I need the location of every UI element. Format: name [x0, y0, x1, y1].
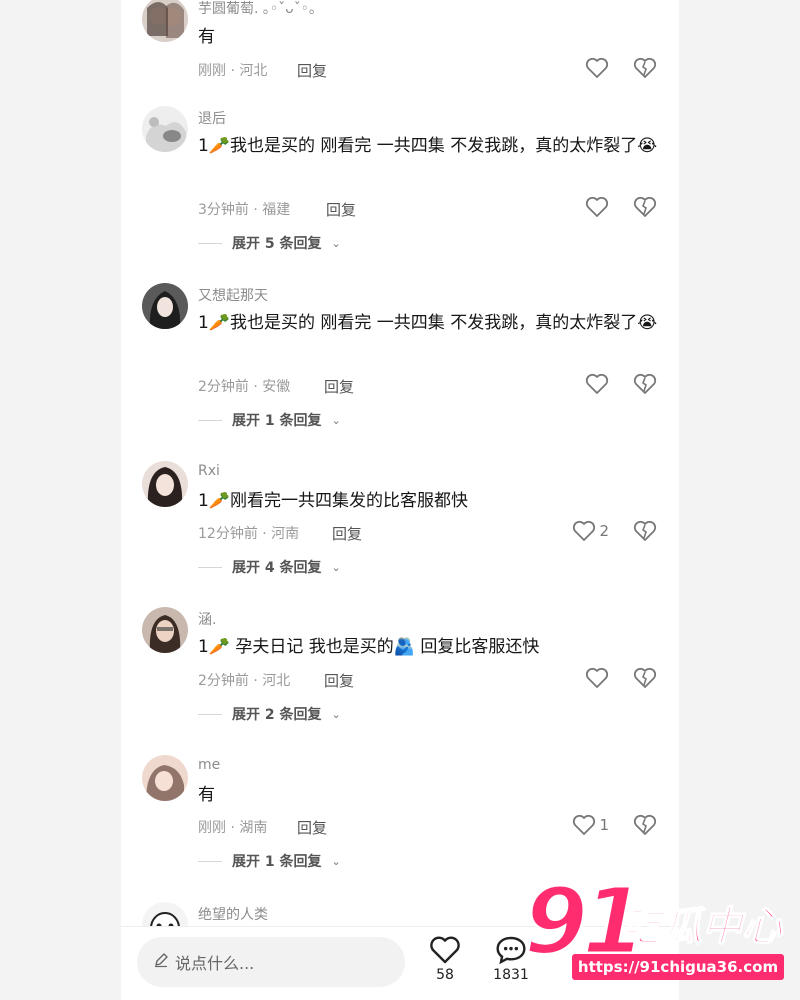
like-count: 2: [599, 522, 609, 540]
dislike-button[interactable]: [633, 196, 657, 218]
broken-heart-icon: [633, 520, 657, 542]
comment-text: 1🥕我也是买的 刚看完 一共四集 不发我跳，真的太炸裂了😭: [198, 136, 658, 156]
dislike-button[interactable]: [633, 814, 657, 836]
avatar[interactable]: [142, 461, 188, 507]
like-button[interactable]: 2: [572, 520, 609, 542]
expand-replies-label: 展开 5 条回复: [232, 236, 322, 252]
expand-replies-label: 展开 2 条回复: [232, 707, 322, 723]
heart-outline-icon: [572, 814, 596, 836]
like-count: 58: [436, 967, 454, 983]
avatar[interactable]: [142, 106, 188, 152]
comment-time-location: 3分钟前 · 福建: [198, 202, 291, 218]
divider: [198, 713, 222, 715]
reply-button[interactable]: 回复: [324, 376, 354, 397]
comment-username[interactable]: 退后: [198, 108, 226, 128]
comment-username[interactable]: 又想起那天: [198, 285, 268, 305]
expand-replies-button[interactable]: 展开 5 条回复 ⌄: [198, 233, 341, 253]
comment-time-location: 2分钟前 · 河北: [198, 673, 291, 689]
comment-time-location: 刚刚 · 湖南: [198, 820, 268, 836]
heart-outline-icon: [585, 373, 609, 395]
heart-outline-icon: [585, 196, 609, 218]
like-button[interactable]: [585, 373, 609, 395]
comment-time-location: 12分钟前 · 河南: [198, 526, 300, 542]
heart-outline-icon: [572, 520, 596, 542]
broken-heart-icon: [633, 196, 657, 218]
expand-replies-button[interactable]: 展开 2 条回复 ⌄: [198, 704, 341, 724]
expand-replies-button[interactable]: 展开 1 条回复 ⌄: [198, 410, 341, 430]
like-count: 1: [599, 816, 609, 834]
broken-heart-icon: [633, 57, 657, 79]
dislike-button[interactable]: [633, 520, 657, 542]
comment-text: 1🥕我也是买的 刚看完 一共四集 不发我跳，真的太炸裂了😭: [198, 313, 658, 333]
expand-replies-label: 展开 1 条回复: [232, 413, 322, 429]
comment-time-location: 2分钟前 · 安徽: [198, 379, 291, 395]
comment-username[interactable]: Rxi: [198, 463, 220, 479]
pencil-icon: [153, 952, 169, 972]
comment-username[interactable]: me: [198, 757, 220, 773]
comment-username[interactable]: 绝望的人类: [198, 904, 268, 924]
dislike-button[interactable]: [633, 667, 657, 689]
chevron-down-icon: ⌄: [331, 707, 341, 721]
like-action-button[interactable]: 58: [417, 935, 473, 983]
broken-heart-icon: [633, 373, 657, 395]
like-button[interactable]: [585, 196, 609, 218]
chevron-down-icon: ⌄: [331, 854, 341, 868]
like-button[interactable]: [585, 57, 609, 79]
avatar[interactable]: [142, 0, 188, 42]
comment-text: 有: [198, 27, 215, 47]
like-button[interactable]: [585, 667, 609, 689]
watermark-name: 吃瓜中心: [621, 903, 783, 951]
comment-text: 1🥕刚看完一共四集发的比客服都快: [198, 491, 468, 511]
avatar[interactable]: [142, 755, 188, 801]
comment-username[interactable]: 芋圆葡萄. ｡◦ˇᴗˇ◦｡: [198, 0, 316, 18]
divider: [198, 419, 222, 421]
dislike-button[interactable]: [633, 373, 657, 395]
reply-button[interactable]: 回复: [326, 199, 356, 220]
expand-replies-button[interactable]: 展开 4 条回复 ⌄: [198, 557, 341, 577]
dislike-button[interactable]: [633, 57, 657, 79]
reply-button[interactable]: 回复: [324, 670, 354, 691]
comment-input[interactable]: 说点什么...: [137, 937, 405, 987]
divider: [198, 860, 222, 862]
avatar[interactable]: [142, 283, 188, 329]
comments-panel: 芋圆葡萄. ｡◦ˇᴗˇ◦｡ 有 刚刚 · 河北 回复 退后 1🥕我也是买的 刚看…: [121, 0, 679, 1000]
divider: [198, 242, 222, 244]
reply-button[interactable]: 回复: [332, 523, 362, 544]
expand-replies-label: 展开 4 条回复: [232, 560, 322, 576]
reply-button[interactable]: 回复: [297, 817, 327, 838]
chevron-down-icon: ⌄: [331, 413, 341, 427]
like-button[interactable]: 1: [572, 814, 609, 836]
watermark-logo: 91 吃瓜中心 https://91chigua36.com: [522, 870, 792, 986]
heart-outline-icon: [585, 57, 609, 79]
divider: [198, 566, 222, 568]
chevron-down-icon: ⌄: [331, 236, 341, 250]
comment-time-location: 刚刚 · 河北: [198, 63, 268, 79]
watermark-url: https://91chigua36.com: [572, 954, 784, 980]
heart-outline-icon: [417, 935, 473, 965]
broken-heart-icon: [633, 814, 657, 836]
comment-text: 1🥕 孕夫日记 我也是买的🫂 回复比客服还快: [198, 637, 540, 657]
heart-outline-icon: [585, 667, 609, 689]
expand-replies-label: 展开 1 条回复: [232, 854, 322, 870]
broken-heart-icon: [633, 667, 657, 689]
avatar[interactable]: [142, 607, 188, 653]
chevron-down-icon: ⌄: [331, 560, 341, 574]
expand-replies-button[interactable]: 展开 1 条回复 ⌄: [198, 851, 341, 871]
reply-button[interactable]: 回复: [297, 60, 327, 81]
comment-username[interactable]: 涵.: [198, 609, 216, 629]
comment-input-placeholder: 说点什么...: [175, 954, 255, 973]
comment-text: 有: [198, 785, 215, 805]
